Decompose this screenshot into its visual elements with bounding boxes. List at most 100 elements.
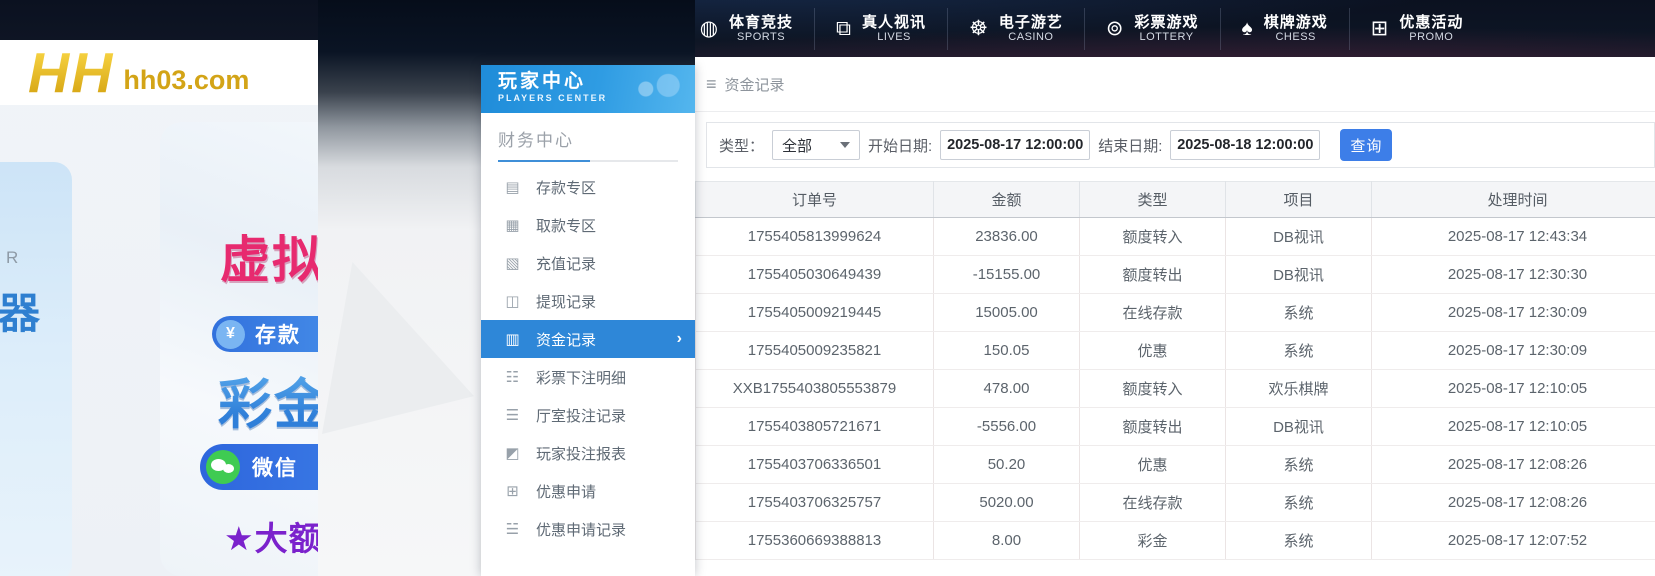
cell-time: 2025-08-17 12:07:52 bbox=[1372, 522, 1655, 560]
search-button[interactable]: 查询 bbox=[1340, 129, 1392, 161]
type-select[interactable]: 全部 bbox=[772, 130, 860, 160]
type-label: 类型： bbox=[719, 135, 764, 156]
wechat-pill-label: 微信 bbox=[252, 452, 298, 482]
cell-project: DB视讯 bbox=[1226, 218, 1372, 256]
sidebar-menu-item[interactable]: ☰ 厅室投注记录 › bbox=[481, 396, 695, 434]
player-center-sidebar: 玩家中心 PLAYERS CENTER 财务中心 ▤ 存款专区 › ▦ 取款专区… bbox=[481, 65, 695, 576]
nav-item-lives[interactable]: ⧉ 真人视讯 LIVES bbox=[814, 8, 947, 50]
cell-order-no: 1755403805721671 bbox=[696, 408, 934, 446]
promo-apply-icon: ⊞ bbox=[504, 482, 521, 500]
gift-icon: ⊞ bbox=[1371, 18, 1389, 39]
sidebar-menu-item[interactable]: ◩ 玩家投注报表 › bbox=[481, 434, 695, 472]
cell-type: 在线存款 bbox=[1080, 294, 1226, 332]
start-date-input[interactable]: 2025-08-17 12:00:00 bbox=[940, 130, 1090, 160]
nav-item-lottery[interactable]: ⊚ 彩票游戏 LOTTERY bbox=[1084, 8, 1220, 50]
wechat-pill-button[interactable]: 微信 bbox=[200, 444, 318, 490]
cards-icon: ⧉ bbox=[836, 18, 851, 39]
cell-amount: 15005.00 bbox=[934, 294, 1080, 332]
nav-item-label-zh: 彩票游戏 bbox=[1135, 14, 1199, 31]
sidebar-item-label: 取款专区 bbox=[536, 215, 596, 236]
nav-item-label-en: LIVES bbox=[862, 31, 926, 44]
sidebar-item-label: 厅室投注记录 bbox=[536, 405, 626, 426]
recharge-record-icon: ▧ bbox=[504, 254, 521, 272]
sidebar-item-label: 优惠申请 bbox=[536, 481, 596, 502]
sidebar-menu-item[interactable]: ⊞ 优惠申请 › bbox=[481, 472, 695, 510]
cell-type: 在线存款 bbox=[1080, 484, 1226, 522]
wechat-icon bbox=[206, 450, 240, 484]
sidebar-menu-item[interactable]: ◫ 提现记录 › bbox=[481, 282, 695, 320]
cell-project: DB视讯 bbox=[1226, 256, 1372, 294]
cell-time: 2025-08-17 12:43:34 bbox=[1372, 218, 1655, 256]
table-row: 1755405009235821150.05优惠系统2025-08-17 12:… bbox=[696, 332, 1655, 370]
cell-project: 系统 bbox=[1226, 484, 1372, 522]
cell-time: 2025-08-17 12:10:05 bbox=[1372, 408, 1655, 446]
deposit-pill-label: 存款 bbox=[255, 319, 301, 349]
sidebar-menu-item[interactable]: ▧ 充值记录 › bbox=[481, 244, 695, 282]
sidebar-menu-item[interactable]: ☱ 优惠申请记录 › bbox=[481, 510, 695, 548]
gamepad-decoration-icon bbox=[629, 71, 685, 107]
cell-project: 系统 bbox=[1226, 332, 1372, 370]
promo-card-left[interactable]: R 器 bbox=[0, 162, 72, 576]
nav-item-label-zh: 体育竞技 bbox=[729, 14, 793, 31]
logo-band[interactable]: HH hh03.com bbox=[0, 40, 318, 105]
nav-item-promo[interactable]: ⊞ 优惠活动 PROMO bbox=[1349, 8, 1485, 50]
nav-item-casino[interactable]: ☸ 电子游艺 CASINO bbox=[947, 8, 1084, 50]
sidebar-menu-item[interactable]: ▦ 取款专区 › bbox=[481, 206, 695, 244]
cell-amount: -15155.00 bbox=[934, 256, 1080, 294]
brand-domain: hh03.com bbox=[123, 65, 249, 96]
page-title: 资金记录 bbox=[725, 74, 785, 95]
cell-project: 欢乐棋牌 bbox=[1226, 370, 1372, 408]
cell-order-no: 1755405009235821 bbox=[696, 332, 934, 370]
sidebar-item-label: 优惠申请记录 bbox=[536, 519, 626, 540]
brand-logo: HH bbox=[28, 43, 114, 103]
cell-project: 系统 bbox=[1226, 522, 1372, 560]
end-date-label: 结束日期: bbox=[1098, 135, 1162, 156]
nav-item-sports[interactable]: ◍ 体育竞技 SPORTS bbox=[678, 8, 814, 50]
end-date-input[interactable]: 2025-08-18 12:00:00 bbox=[1170, 130, 1320, 160]
sports-icon: ◍ bbox=[700, 18, 718, 39]
sidebar-section-title: 财务中心 bbox=[481, 113, 695, 151]
promo-vip-text: ★大额 bbox=[224, 512, 318, 560]
sidebar-menu-item[interactable]: ☷ 彩票下注明细 › bbox=[481, 358, 695, 396]
table-row: 175540370633650150.20优惠系统2025-08-17 12:0… bbox=[696, 446, 1655, 484]
cell-amount: 50.20 bbox=[934, 446, 1080, 484]
sidebar-item-label: 玩家投注报表 bbox=[536, 443, 626, 464]
cell-time: 2025-08-17 12:30:30 bbox=[1372, 256, 1655, 294]
sidebar-item-label: 充值记录 bbox=[536, 253, 596, 274]
table-header-cell: 处理时间 bbox=[1372, 182, 1655, 218]
deposit-zone-icon: ▤ bbox=[504, 178, 521, 196]
sidebar-menu-item[interactable]: ▥ 资金记录 › bbox=[481, 320, 695, 358]
funds-record-table: 订单号金额类型项目处理时间 175540581399962423836.00额度… bbox=[695, 181, 1655, 560]
cell-type: 优惠 bbox=[1080, 332, 1226, 370]
promo-card-right[interactable]: 虚拟 ¥ 存款 彩金 微信 ★大额 bbox=[160, 122, 318, 576]
type-select-value: 全部 bbox=[782, 135, 812, 156]
cell-project: 系统 bbox=[1226, 446, 1372, 484]
table-row: 17554037063257575020.00在线存款系统2025-08-17 … bbox=[696, 484, 1655, 522]
nav-item-label-zh: 真人视讯 bbox=[862, 14, 926, 31]
filter-bar: 类型： 全部 开始日期: 2025-08-17 12:00:00 结束日期: 2… bbox=[706, 122, 1655, 168]
table-header-cell: 金额 bbox=[934, 182, 1080, 218]
cell-time: 2025-08-17 12:10:05 bbox=[1372, 370, 1655, 408]
cell-amount: 23836.00 bbox=[934, 218, 1080, 256]
cell-type: 额度转出 bbox=[1080, 256, 1226, 294]
table-header-row: 订单号金额类型项目处理时间 bbox=[696, 182, 1655, 218]
nav-item-label-zh: 优惠活动 bbox=[1399, 14, 1463, 31]
chevron-right-icon: › bbox=[677, 330, 682, 348]
promo-left-char: 器 bbox=[0, 280, 40, 341]
sidebar-menu-item[interactable]: ▤ 存款专区 › bbox=[481, 168, 695, 206]
nav-item-label-en: PROMO bbox=[1399, 31, 1463, 44]
promo-column: HH hh03.com R 器 虚拟 ¥ 存款 彩金 微信 ★大额 bbox=[0, 0, 318, 576]
cell-amount: -5556.00 bbox=[934, 408, 1080, 446]
cell-amount: 478.00 bbox=[934, 370, 1080, 408]
table-body: 175540581399962423836.00额度转入DB视讯2025-08-… bbox=[696, 218, 1655, 560]
table-row: 1755405030649439-15155.00额度转出DB视讯2025-08… bbox=[696, 256, 1655, 294]
hamburger-icon[interactable]: ≡ bbox=[706, 75, 717, 93]
cell-amount: 8.00 bbox=[934, 522, 1080, 560]
promo-top-dark-strip bbox=[0, 0, 318, 40]
nav-item-label-en: SPORTS bbox=[729, 31, 793, 44]
deposit-pill-button[interactable]: ¥ 存款 bbox=[212, 316, 318, 352]
cell-order-no: XXB1755403805553879 bbox=[696, 370, 934, 408]
nav-item-chess[interactable]: ♠ 棋牌游戏 CHESS bbox=[1220, 8, 1349, 50]
cell-project: DB视讯 bbox=[1226, 408, 1372, 446]
cell-order-no: 1755403706336501 bbox=[696, 446, 934, 484]
